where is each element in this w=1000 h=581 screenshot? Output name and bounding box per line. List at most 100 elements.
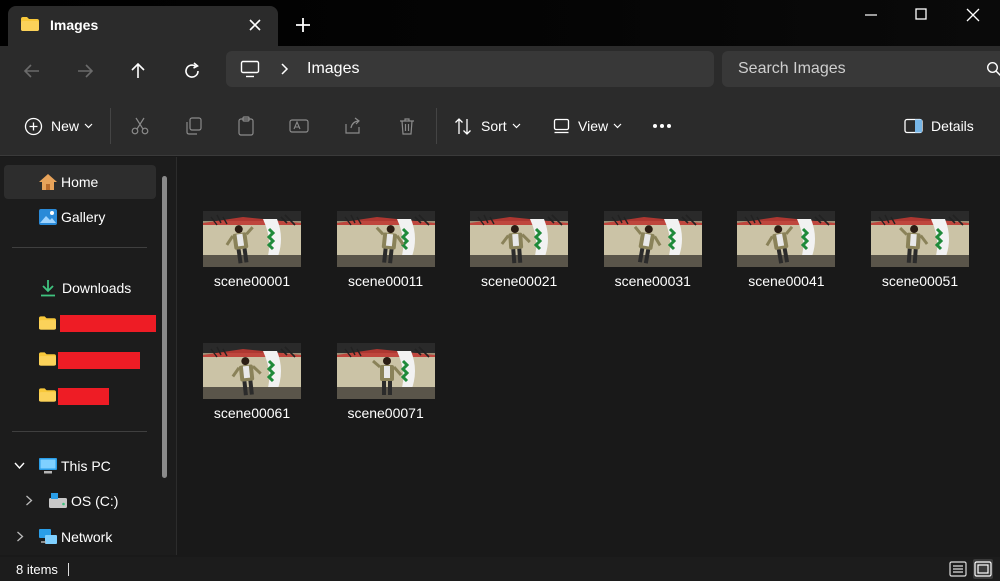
view-layout-icon	[553, 118, 570, 134]
sidebar-item-network[interactable]: Network	[4, 520, 156, 554]
delete-button[interactable]	[397, 113, 417, 139]
more-dots-icon	[653, 124, 671, 128]
file-name: scene00021	[481, 273, 558, 289]
new-tab-plus-icon[interactable]	[292, 14, 314, 36]
view-button[interactable]: View	[553, 113, 622, 139]
sidebar-divider	[12, 431, 147, 432]
folder-icon	[39, 388, 56, 402]
minimize-icon[interactable]	[846, 0, 896, 30]
chevron-right-icon[interactable]	[16, 531, 24, 542]
search-input[interactable]	[722, 51, 982, 87]
folder-icon	[39, 352, 56, 366]
sidebar-this-pc-label: This PC	[61, 458, 111, 474]
file-item[interactable]: scene00031	[592, 211, 712, 311]
file-name: scene00011	[347, 273, 424, 289]
file-name: scene00071	[347, 405, 424, 421]
chevron-right-icon[interactable]	[25, 495, 33, 506]
sidebar-item-redacted-folder-3[interactable]	[4, 379, 156, 413]
file-name: scene00041	[748, 273, 825, 289]
sidebar-item-home[interactable]: Home	[4, 165, 156, 199]
sidebar-home-label: Home	[61, 174, 99, 190]
command-bar: New Sort View Details	[0, 96, 1000, 156]
refresh-icon[interactable]	[179, 58, 205, 84]
paste-button[interactable]	[236, 113, 256, 139]
sidebar-item-os-drive[interactable]: OS (C:)	[4, 484, 156, 518]
image-thumbnail	[737, 211, 836, 267]
chevron-right-icon[interactable]	[278, 62, 290, 76]
sidebar-gallery-label: Gallery	[61, 209, 106, 225]
plus-circle-icon	[24, 117, 43, 135]
maximize-icon[interactable]	[896, 0, 946, 30]
status-bar: 8 items	[0, 557, 1000, 581]
redaction-block	[58, 352, 140, 369]
file-name: scene00051	[881, 273, 959, 289]
image-thumbnail	[336, 211, 435, 267]
sidebar-item-gallery[interactable]: Gallery	[4, 200, 156, 234]
drive-icon	[49, 493, 67, 508]
image-thumbnail	[203, 343, 301, 399]
title-bar: Images	[0, 0, 1000, 46]
details-button[interactable]: Details	[904, 113, 974, 139]
sidebar-item-redacted-folder-1[interactable]	[4, 306, 156, 340]
file-item[interactable]: scene00021	[458, 211, 578, 311]
sidebar-item-downloads[interactable]: Downloads	[4, 271, 156, 305]
image-thumbnail	[470, 211, 569, 267]
rename-button[interactable]	[289, 113, 309, 139]
copy-icon	[186, 117, 202, 135]
arrow-left-icon[interactable]	[19, 58, 45, 84]
details-pane-icon	[904, 118, 923, 134]
search-box[interactable]	[722, 51, 1000, 87]
search-icon[interactable]	[986, 61, 1000, 77]
file-name: scene00031	[614, 273, 691, 289]
large-icons-view-icon[interactable]	[973, 559, 993, 579]
file-item[interactable]: scene00071	[325, 343, 445, 443]
close-window-icon[interactable]	[948, 0, 998, 30]
sort-button[interactable]: Sort	[454, 113, 521, 139]
view-label: View	[578, 118, 609, 134]
redaction-block	[60, 315, 156, 332]
navigation-pane: Home Gallery Downloads This PC OS (C:) N…	[0, 157, 176, 555]
clipboard-icon	[238, 116, 254, 136]
close-tab-icon[interactable]	[244, 14, 266, 36]
navigation-bar: Images	[0, 46, 1000, 96]
share-button[interactable]	[343, 113, 363, 139]
details-view-icon[interactable]	[948, 559, 968, 579]
arrow-up-icon[interactable]	[125, 58, 151, 84]
sidebar-item-this-pc[interactable]: This PC	[4, 449, 156, 483]
share-icon	[345, 117, 360, 134]
chevron-down-icon	[84, 123, 93, 129]
file-item[interactable]: scene00061	[191, 343, 311, 443]
scissors-icon	[131, 117, 149, 135]
tab-title: Images	[50, 17, 99, 33]
file-name: scene00001	[213, 273, 291, 289]
sort-arrows-icon	[455, 117, 471, 135]
copy-button[interactable]	[184, 113, 204, 139]
sidebar-downloads-label: Downloads	[62, 280, 132, 296]
sidebar-item-redacted-folder-2[interactable]	[4, 343, 156, 377]
file-item[interactable]: scene00041	[725, 211, 845, 311]
chevron-down-icon[interactable]	[14, 462, 25, 470]
sidebar-scrollbar[interactable]	[162, 176, 167, 478]
more-options-button[interactable]	[652, 113, 672, 139]
file-item[interactable]: scene00011	[325, 211, 445, 311]
breadcrumb-images[interactable]: Images	[307, 60, 359, 78]
sidebar-divider	[12, 247, 147, 248]
image-thumbnail	[336, 343, 435, 399]
chevron-down-icon	[613, 123, 622, 129]
cut-button[interactable]	[130, 113, 150, 139]
arrow-right-icon[interactable]	[72, 58, 98, 84]
address-bar[interactable]: Images	[226, 51, 714, 87]
rename-icon	[289, 119, 309, 133]
network-icon	[39, 529, 57, 544]
computer-icon	[39, 458, 57, 474]
new-label: New	[51, 118, 80, 134]
new-button[interactable]: New	[24, 113, 93, 139]
sort-label: Sort	[481, 118, 507, 134]
sidebar-network-label: Network	[61, 529, 113, 545]
file-item[interactable]: scene00001	[191, 211, 311, 311]
home-icon	[39, 174, 57, 190]
chevron-down-icon	[512, 123, 521, 129]
file-item[interactable]: scene00051	[859, 211, 979, 311]
tab-images[interactable]: Images	[8, 6, 278, 46]
this-pc-icon[interactable]	[240, 60, 260, 78]
